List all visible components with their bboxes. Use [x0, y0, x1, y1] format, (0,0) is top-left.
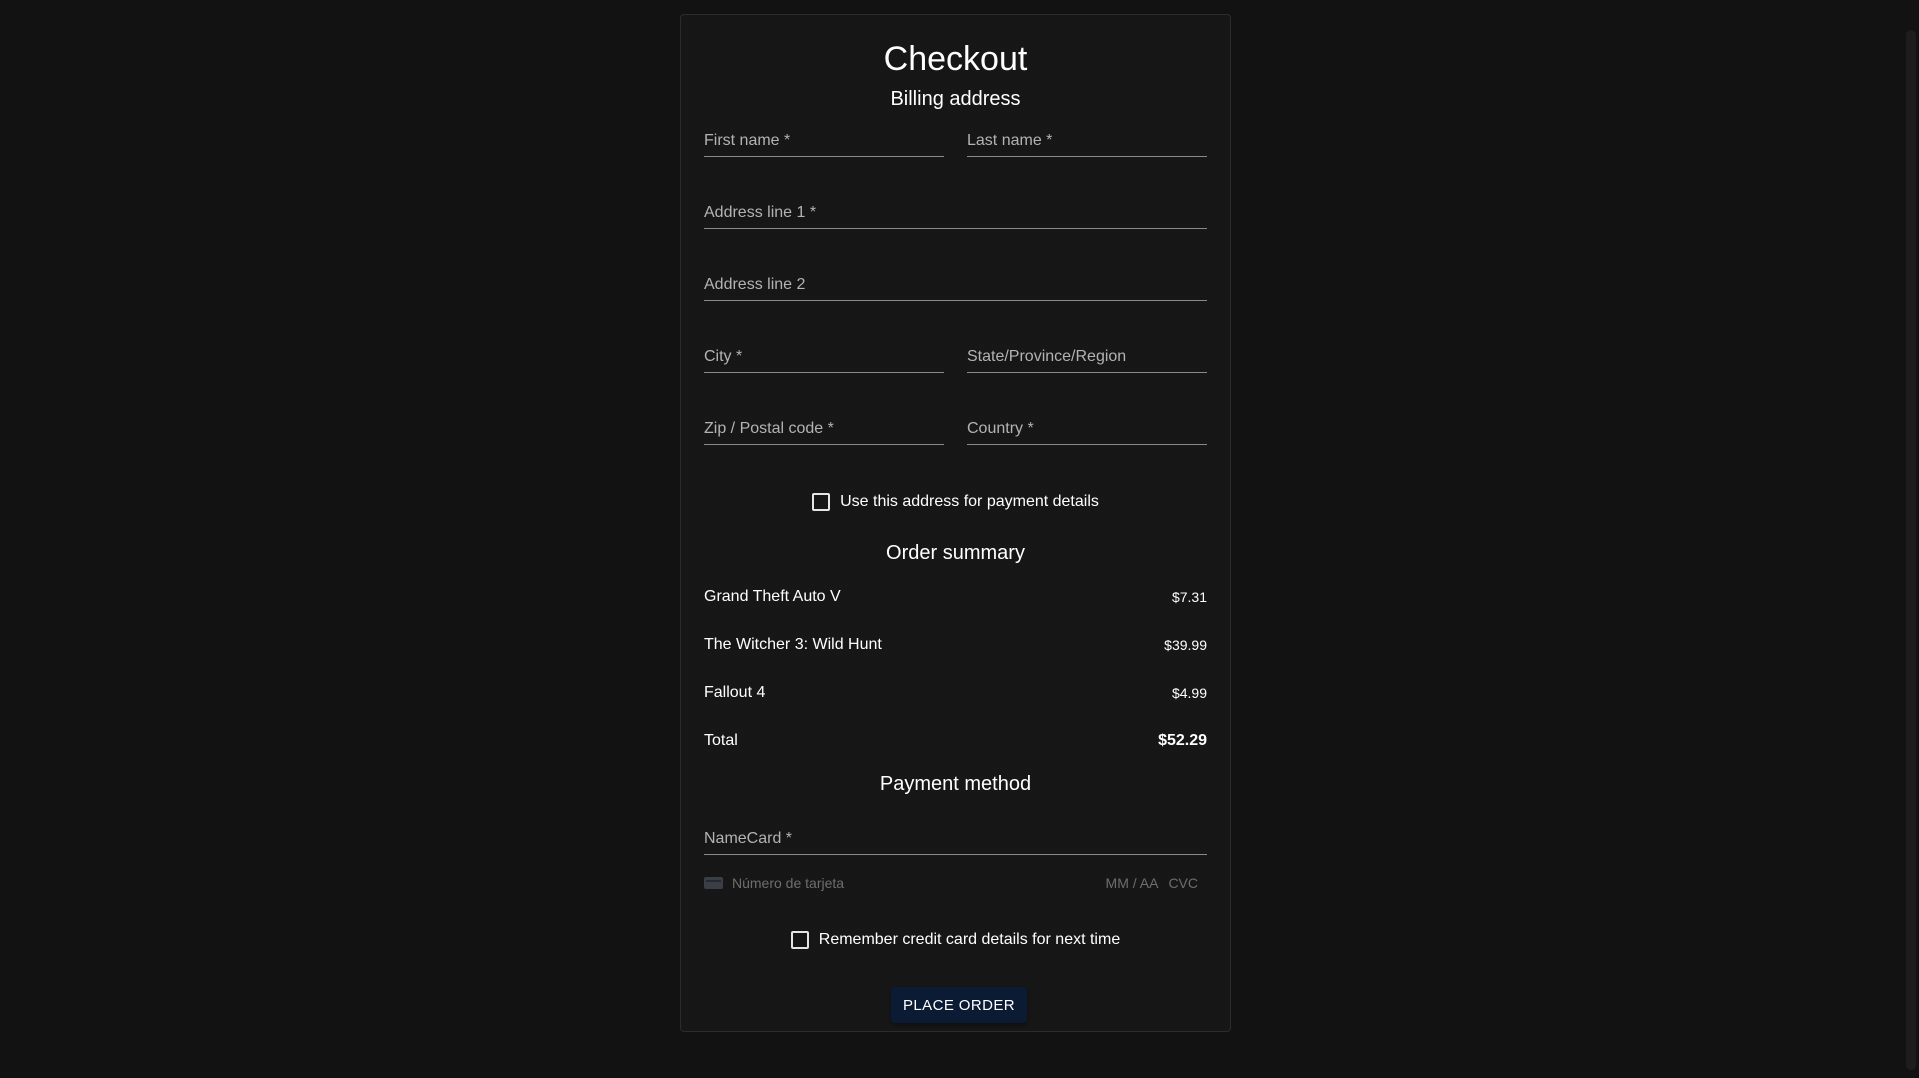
first-name-field[interactable]: First name *	[704, 117, 944, 157]
scrollbar[interactable]	[1903, 0, 1919, 1078]
checkout-page: Checkout Billing address First name * La…	[0, 0, 1919, 1078]
order-item: Grand Theft Auto V $7.31	[704, 585, 1207, 609]
checkout-card: Checkout Billing address First name * La…	[680, 14, 1231, 1032]
card-expiry-input[interactable]: MM / AA	[1106, 875, 1159, 891]
place-order-button[interactable]: PLACE ORDER	[891, 987, 1027, 1023]
order-total-row: Total $52.29	[704, 729, 1207, 753]
country-input[interactable]	[967, 414, 1207, 444]
page-title: Checkout	[883, 40, 1028, 78]
state-field[interactable]: State/Province/Region	[967, 333, 1207, 373]
use-address-checkbox-row[interactable]: Use this address for payment details	[704, 489, 1207, 515]
order-item-price: $4.99	[1171, 685, 1207, 701]
order-item-name: The Witcher 3: Wild Hunt	[704, 636, 882, 653]
zip-field[interactable]: Zip / Postal code *	[704, 405, 944, 445]
order-item: The Witcher 3: Wild Hunt $39.99	[704, 633, 1207, 657]
state-input[interactable]	[967, 342, 1207, 372]
last-name-field[interactable]: Last name *	[967, 117, 1207, 157]
first-name-input[interactable]	[704, 126, 944, 156]
card-number-element[interactable]: Número de tarjeta MM / AA CVC	[704, 871, 1207, 895]
remember-card-label: Remember credit card details for next ti…	[818, 931, 1121, 948]
card-number-input[interactable]: Número de tarjeta	[732, 875, 1106, 891]
use-address-checkbox[interactable]	[812, 493, 831, 511]
order-item-price: $7.31	[1171, 589, 1207, 605]
billing-address-heading: Billing address	[890, 88, 1021, 110]
order-item: Fallout 4 $4.99	[704, 681, 1207, 705]
payment-method-heading: Payment method	[879, 773, 1032, 795]
city-field[interactable]: City *	[704, 333, 944, 373]
remember-card-checkbox-row[interactable]: Remember credit card details for next ti…	[704, 927, 1207, 953]
address-line-1-input[interactable]	[704, 198, 1207, 228]
credit-card-icon	[704, 877, 723, 889]
last-name-input[interactable]	[967, 126, 1207, 156]
order-total-value: $52.29	[1158, 732, 1207, 749]
order-item-price: $39.99	[1164, 637, 1207, 653]
address-line-2-input[interactable]	[704, 270, 1207, 300]
namecard-input[interactable]	[704, 824, 1207, 854]
order-item-name: Fallout 4	[704, 684, 766, 701]
remember-card-checkbox[interactable]	[790, 931, 809, 949]
order-total-label: Total	[704, 732, 738, 749]
address-line-1-field[interactable]: Address line 1 *	[704, 189, 1207, 229]
order-item-name: Grand Theft Auto V	[704, 588, 841, 605]
city-input[interactable]	[704, 342, 944, 372]
address-line-2-field[interactable]: Address line 2	[704, 261, 1207, 301]
use-address-label: Use this address for payment details	[840, 493, 1099, 510]
country-field[interactable]: Country *	[967, 405, 1207, 445]
namecard-field[interactable]: NameCard *	[704, 815, 1207, 855]
card-cvc-input[interactable]: CVC	[1168, 875, 1198, 891]
scrollbar-thumb[interactable]	[1906, 30, 1916, 1070]
order-summary-heading: Order summary	[886, 542, 1025, 564]
zip-input[interactable]	[704, 414, 944, 444]
